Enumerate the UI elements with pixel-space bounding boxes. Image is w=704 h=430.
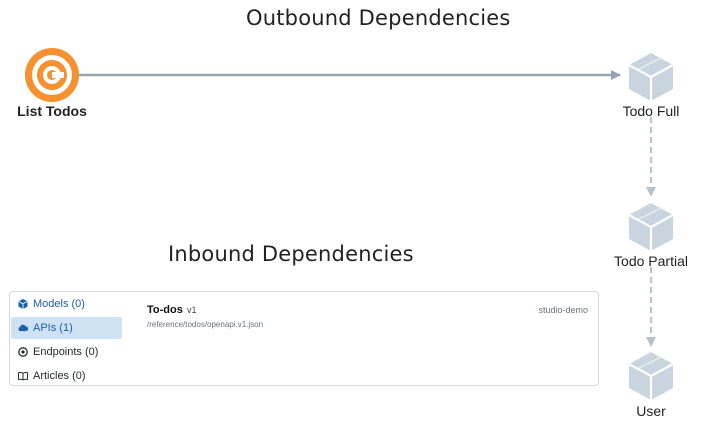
target-icon [18, 347, 28, 357]
api-version: v1 [187, 305, 197, 315]
model-cube-icon[interactable] [627, 350, 675, 402]
node-label-todo-partial[interactable]: Todo Partial [604, 253, 698, 269]
sidebar-item-label: Endpoints (0) [33, 346, 99, 358]
book-icon [18, 371, 28, 381]
node-label-list-todos[interactable]: List Todos [0, 103, 104, 119]
cube-icon [18, 299, 28, 309]
api-path: /reference/todos/openapi.v1.json [147, 320, 264, 329]
sidebar-item-label: Articles (0) [33, 370, 86, 382]
sidebar-item-label: Models (0) [33, 298, 85, 310]
node-label-todo-full[interactable]: Todo Full [612, 103, 690, 119]
sidebar-item-models[interactable]: Models (0) [11, 293, 122, 315]
model-cube-icon[interactable] [627, 201, 675, 253]
cloud-icon [18, 323, 28, 333]
api-name-link[interactable]: To-dos [147, 304, 183, 316]
sidebar-item-endpoints[interactable]: Endpoints (0) [11, 341, 122, 363]
operation-target-icon[interactable] [25, 48, 79, 102]
sidebar-item-apis[interactable]: APIs (1) [11, 317, 122, 339]
sidebar-item-articles[interactable]: Articles (0) [11, 365, 122, 387]
api-project-name: studio-demo [538, 305, 588, 315]
node-label-user[interactable]: User [612, 403, 690, 419]
sidebar-item-label: APIs (1) [33, 322, 73, 334]
inbound-dependencies-panel: Models (0) APIs (1) Endpoints (0) Articl… [9, 291, 599, 386]
model-cube-icon[interactable] [627, 51, 675, 103]
